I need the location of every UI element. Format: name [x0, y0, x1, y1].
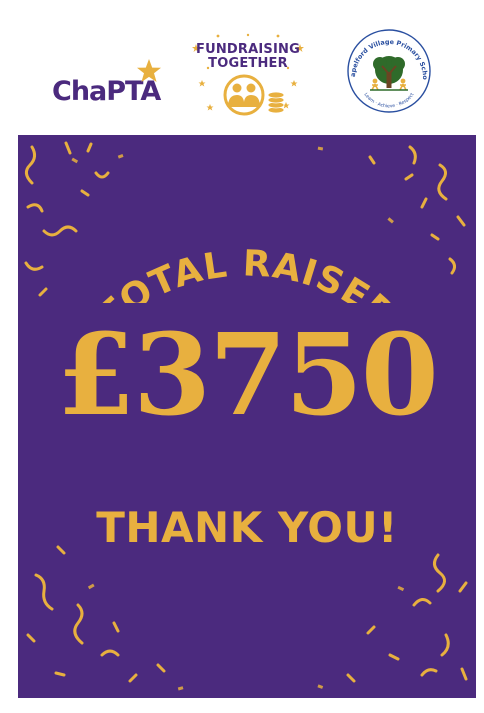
total-raised-heading-svg: TOTAL RAISED: [89, 243, 404, 303]
svg-text:TOTAL RAISED: TOTAL RAISED: [89, 243, 404, 303]
school-emblem: Chapelford Village Primary School Learn …: [346, 28, 431, 113]
fundraising-title-line1: FUNDRAISING: [196, 42, 300, 57]
chapta-logo: ChaPTA: [52, 58, 172, 108]
amount-raised: £3750: [57, 310, 439, 441]
total-raised-poster: TOTAL RAISED £3750 THANK YOU!: [18, 135, 476, 698]
fundraising-title-line2: TOGETHER: [208, 56, 288, 71]
logo-header: ChaPTA FUNDRAISING TOGETHER apelford Vil…: [0, 0, 484, 135]
star-icon: [137, 59, 161, 82]
school-logo: Chapelford Village Primary School Learn …: [346, 28, 432, 114]
total-raised-heading: TOTAL RAISED: [89, 243, 403, 303]
fundraising-together-logo: FUNDRAISING TOGETHER: [188, 32, 308, 120]
tree-children-icon: [370, 56, 408, 91]
thank-you-message: THANK YOU!: [96, 503, 398, 552]
